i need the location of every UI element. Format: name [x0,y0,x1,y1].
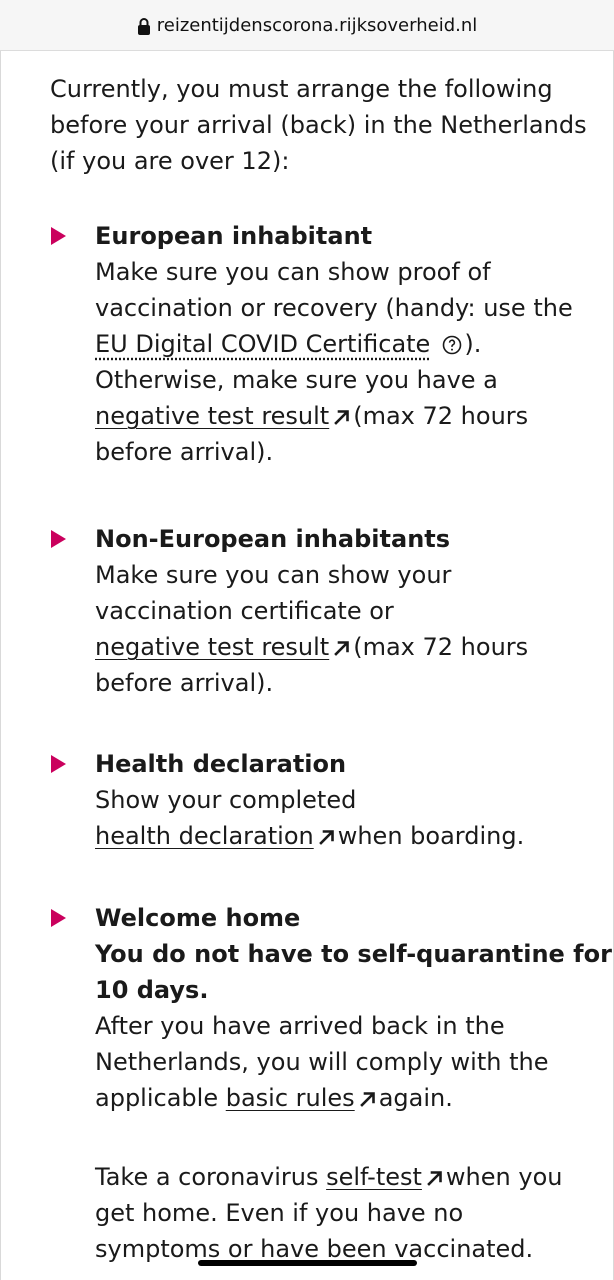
item-text: After you have arrived back in the [95,1012,505,1040]
item-title: Health declaration [95,750,347,778]
self-test-link[interactable]: self-test [326,1163,422,1191]
item-text-line: health declaration when boarding. [95,818,524,854]
triangle-bullet-icon [51,227,66,245]
item-title: Welcome home [95,904,301,932]
item-text: Netherlands, you will comply with the [95,1048,549,1076]
item-title: European inhabitant [95,222,373,250]
item-text: when you [445,1163,563,1191]
external-link-arrow-icon [334,410,350,425]
item-title: Non-European inhabitants [95,525,451,553]
intro-paragraph: Currently, you must arrange the followin… [50,71,587,179]
item-text: Show your completed [95,786,357,814]
external-link-arrow-icon [334,641,350,656]
intro-line: (if you are over 12): [50,147,290,175]
item-text-line: applicable basic rules again. [95,1080,612,1116]
browser-url-bar[interactable]: reizentijdenscorona.rijksoverheid.nl [0,0,614,51]
item-text: before arrival). [95,438,274,466]
item-text: vaccination certificate or [95,597,394,625]
home-indicator[interactable] [198,1260,417,1266]
item-text: again. [378,1084,453,1112]
triangle-bullet-icon [51,909,66,927]
item-text: when boarding. [337,822,525,850]
item-bold-text: You do not have to self-quarantine for [95,940,612,968]
item-text: ). [464,330,482,358]
external-link-arrow-icon [318,830,334,845]
intro-line: Currently, you must arrange the followin… [50,75,553,103]
item-text: Make sure you can show your [95,561,452,589]
item-text: Otherwise, make sure you have a [95,366,498,394]
item-text: get home. Even if you have no [95,1199,464,1227]
negative-test-result-link[interactable]: negative test result [95,633,329,661]
item-text: applicable [95,1084,219,1112]
triangle-bullet-icon [51,755,66,773]
lock-icon [137,18,150,35]
item-text: before arrival). [95,669,274,697]
external-link-arrow-icon [359,1092,375,1107]
item-text-line: EU Digital COVID Certificate ). [95,326,573,362]
negative-test-result-link[interactable]: negative test result [95,402,329,430]
item-text-line: Take a coronavirus self-test when you [95,1159,612,1195]
url-text: reizentijdenscorona.rijksoverheid.nl [156,14,478,36]
item-text-line: negative test result (max 72 hours [95,398,573,434]
triangle-bullet-icon [51,530,66,548]
eu-digital-covid-certificate-link[interactable]: EU Digital COVID Certificate [95,330,430,358]
page-content: Currently, you must arrange the followin… [0,51,614,1280]
basic-rules-link[interactable]: basic rules [226,1084,355,1112]
external-link-arrow-icon [427,1171,442,1186]
intro-line: before your arrival (back) in the Nether… [50,111,587,139]
item-text: (max 72 hours [353,633,529,661]
item-text: Take a coronavirus [95,1163,319,1191]
item-text: Make sure you can show proof of [95,258,491,286]
item-text: (max 72 hours [353,402,529,430]
item-bold-text: 10 days. [95,976,209,1004]
health-declaration-link[interactable]: health declaration [95,822,314,850]
item-text: vaccination or recovery (handy: use the [95,294,573,322]
help-circle-icon[interactable] [442,335,462,355]
item-text-line: negative test result (max 72 hours [95,629,528,665]
